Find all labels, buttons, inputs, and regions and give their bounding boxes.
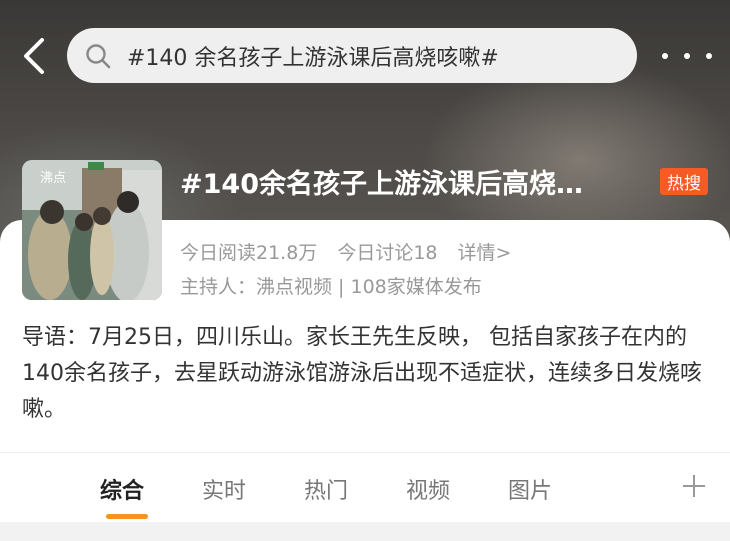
plus-icon[interactable] <box>681 473 707 499</box>
search-bar[interactable]: #140 余名孩子上游泳课后高烧咳嗽# <box>67 28 637 83</box>
tab-images[interactable]: 图片 <box>508 473 552 505</box>
tab-bar: 综合 实时 热门 视频 图片 <box>0 452 730 523</box>
tab-popular[interactable]: 热门 <box>304 473 348 505</box>
details-link[interactable]: 详情> <box>458 238 512 265</box>
tab-realtime[interactable]: 实时 <box>202 473 246 505</box>
back-button[interactable] <box>18 36 54 76</box>
bottom-strip <box>0 522 730 541</box>
tab-video[interactable]: 视频 <box>406 473 450 505</box>
search-icon <box>85 43 111 69</box>
search-query-text: #140 余名孩子上游泳课后高烧咳嗽# <box>127 45 499 71</box>
active-tab-indicator <box>106 514 148 519</box>
chevron-left-icon <box>24 38 44 74</box>
hot-search-badge: 热搜 <box>660 168 708 195</box>
topic-stats: 今日阅读21.8万 今日讨论18 详情> <box>180 238 511 265</box>
more-dots-icon[interactable] <box>662 44 712 68</box>
topic-thumbnail[interactable]: 沸点 <box>22 160 162 300</box>
topic-title: #140余名孩子上游泳课后高烧… <box>180 169 583 200</box>
topic-host: 主持人：沸点视频 | 108家媒体发布 <box>180 276 482 298</box>
topic-intro: 导语：7月25日，四川乐山。家长王先生反映， 包括自家孩子在内的140余名孩子，… <box>22 325 702 422</box>
read-count: 今日阅读21.8万 <box>180 242 318 264</box>
tab-comprehensive[interactable]: 综合 <box>100 473 144 505</box>
discussion-count: 今日讨论18 <box>337 242 438 264</box>
thumbnail-watermark: 沸点 <box>40 171 66 186</box>
